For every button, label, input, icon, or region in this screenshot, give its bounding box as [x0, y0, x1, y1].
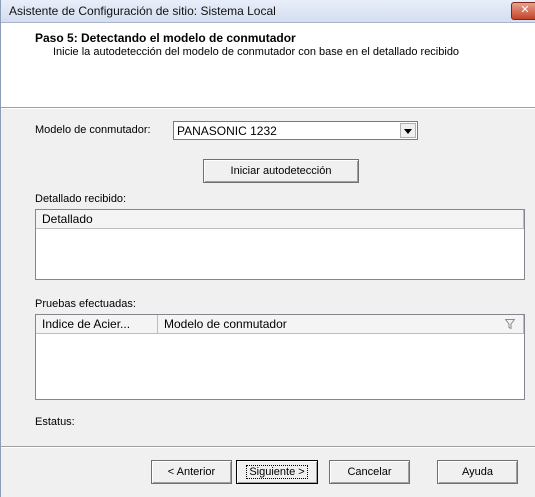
- close-button[interactable]: ✕: [511, 2, 535, 20]
- switch-model-label: Modelo de conmutador:: [35, 124, 151, 136]
- close-icon: ✕: [520, 4, 530, 16]
- switch-model-value: PANASONIC 1232: [177, 124, 277, 138]
- tests-performed-list[interactable]: Indice de Acier... Modelo de conmutador: [35, 314, 525, 400]
- column-header-switch-model-label: Modelo de conmutador: [164, 317, 287, 331]
- next-button-label: Siguiente >: [246, 465, 308, 479]
- help-button[interactable]: Ayuda: [437, 460, 518, 484]
- tests-performed-label: Pruebas efectuadas:: [35, 298, 136, 310]
- window-title: Asistente de Configuración de sitio: Sis…: [9, 4, 276, 18]
- back-button[interactable]: < Anterior: [151, 460, 232, 484]
- next-button[interactable]: Siguiente >: [236, 460, 318, 484]
- title-bar[interactable]: Asistente de Configuración de sitio: Sis…: [1, 0, 535, 23]
- status-label: Estatus:: [35, 416, 75, 428]
- received-detail-list[interactable]: Detallado: [35, 209, 525, 280]
- cancel-button[interactable]: Cancelar: [329, 460, 410, 484]
- column-header-hit-index[interactable]: Indice de Acier...: [36, 315, 158, 334]
- switch-model-select[interactable]: PANASONIC 1232: [173, 121, 418, 140]
- column-header-detallado[interactable]: Detallado: [36, 210, 524, 229]
- header-divider: [1, 108, 535, 109]
- footer-divider-highlight: [1, 447, 535, 448]
- chevron-down-icon[interactable]: [400, 123, 416, 138]
- step-description: Inicie la autodetección del modelo de co…: [53, 46, 460, 58]
- start-autodetect-button[interactable]: Iniciar autodetección: [203, 159, 359, 183]
- received-detail-label: Detallado recibido:: [35, 193, 127, 205]
- step-title: Paso 5: Detectando el modelo de conmutad…: [35, 31, 296, 45]
- column-header-switch-model[interactable]: Modelo de conmutador: [158, 315, 524, 334]
- filter-icon[interactable]: [505, 319, 515, 329]
- wizard-window: Asistente de Configuración de sitio: Sis…: [0, 0, 535, 497]
